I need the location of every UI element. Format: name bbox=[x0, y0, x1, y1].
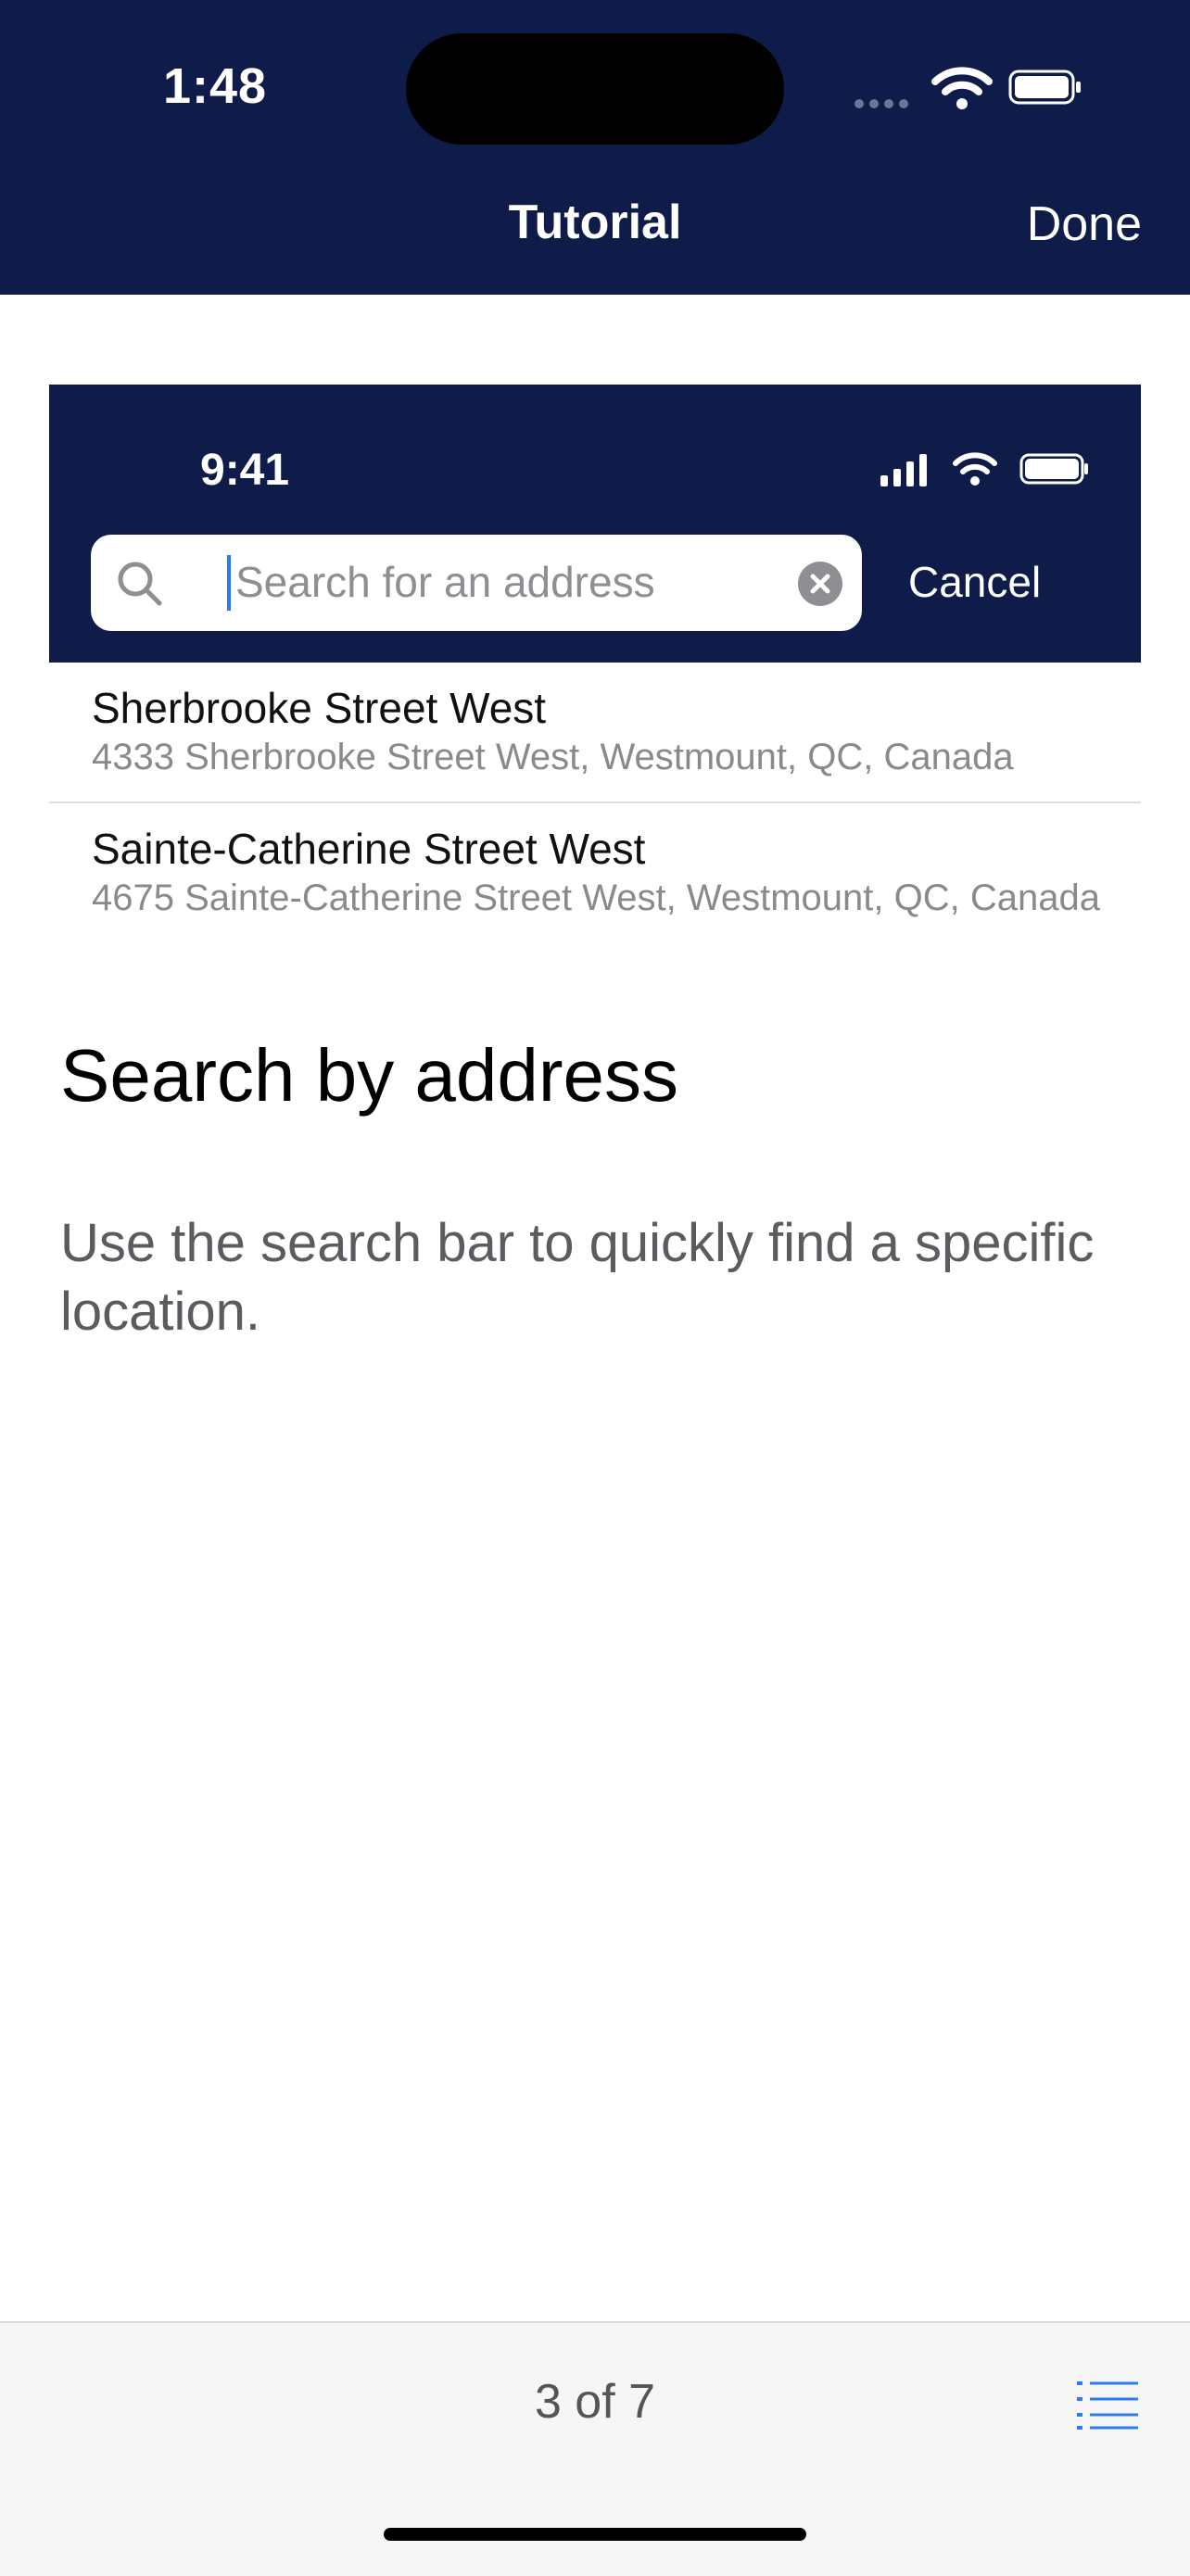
home-indicator[interactable] bbox=[384, 2528, 806, 2541]
status-time: 1:48 bbox=[163, 58, 268, 114]
preview-result-item: Sainte-Catherine Street West 4675 Sainte… bbox=[49, 803, 1141, 942]
dynamic-island bbox=[406, 33, 784, 145]
cellular-signal-icon bbox=[855, 96, 914, 113]
preview-status-icons bbox=[880, 452, 1088, 486]
preview-screenshot: 9:41 Search for an address Cancel bbox=[49, 385, 1141, 663]
preview-result-item: Sherbrooke Street West 4333 Sherbrooke S… bbox=[49, 663, 1141, 803]
done-button[interactable]: Done bbox=[1027, 196, 1142, 252]
search-icon bbox=[118, 562, 162, 606]
result-title: Sherbrooke Street West bbox=[92, 684, 547, 732]
page-description: Use the search bar to quickly find a spe… bbox=[60, 1213, 1095, 1342]
preview-cancel-button: Cancel bbox=[908, 558, 1042, 606]
nav-title: Tutorial bbox=[508, 196, 682, 249]
page-indicator: 3 of 7 bbox=[534, 2375, 656, 2429]
text-cursor bbox=[227, 555, 231, 611]
battery-icon bbox=[1008, 69, 1081, 105]
result-subtitle: 4333 Sherbrooke Street West, Westmount, … bbox=[92, 737, 1014, 777]
result-subtitle: 4675 Sainte-Catherine Street West, Westm… bbox=[92, 878, 1100, 918]
list-icon[interactable] bbox=[1075, 2379, 1140, 2431]
preview-search-input: Search for an address bbox=[91, 535, 862, 631]
preview-status-time: 9:41 bbox=[200, 446, 290, 495]
result-title: Sainte-Catherine Street West bbox=[92, 825, 646, 873]
search-placeholder: Search for an address bbox=[235, 558, 655, 606]
clear-icon bbox=[798, 562, 842, 606]
wifi-icon bbox=[931, 67, 993, 109]
page-heading: Search by address bbox=[60, 1034, 679, 1117]
